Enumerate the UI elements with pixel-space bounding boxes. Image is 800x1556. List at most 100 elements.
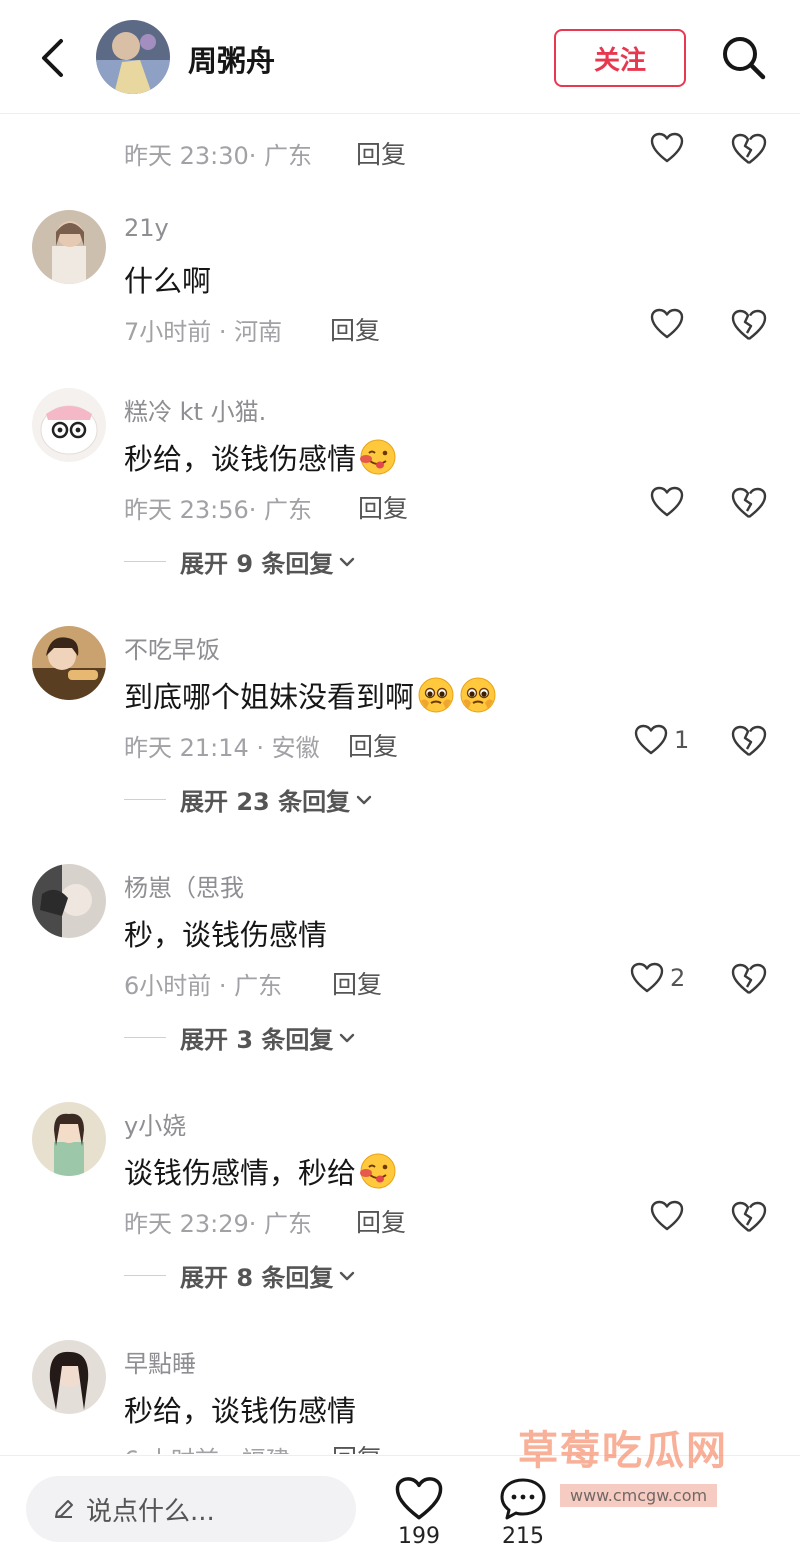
comment-text: 谈钱伤感情，秒给 [124, 1150, 398, 1192]
pleading-emoji [460, 677, 496, 713]
comment-meta: 6小时前 · 广东 [124, 972, 283, 1000]
dislike-button[interactable] [730, 1200, 768, 1236]
comment-username[interactable]: 糕冷 kt 小猫. [124, 392, 266, 427]
like-count: 1 [674, 726, 690, 754]
heart-icon [650, 308, 684, 339]
heart-icon [395, 1477, 443, 1520]
heart-icon [650, 486, 684, 517]
divider [124, 561, 166, 562]
comment-text-body: 到底哪个姐妹没看到啊 [124, 680, 415, 714]
comment-item-partial: 昨天 23:30· 广东 回复 [0, 114, 800, 194]
dislike-button[interactable] [730, 132, 768, 168]
heart-icon [630, 962, 664, 993]
broken-heart-icon [731, 487, 767, 518]
broken-heart-icon [731, 963, 767, 994]
comment-meta: 昨天 23:56· 广东 [124, 496, 313, 524]
comment-username[interactable]: y小娆 [124, 1106, 186, 1141]
tongue-wink-emoji [360, 439, 396, 475]
broken-heart-icon [731, 133, 767, 164]
like-total-count: 199 [398, 1524, 440, 1549]
avatar[interactable] [32, 388, 106, 462]
like-total-button[interactable]: 199 [394, 1476, 444, 1549]
header-username: 周粥舟 [188, 44, 276, 78]
like-button[interactable] [650, 1200, 684, 1232]
comment-text: 秒，谈钱伤感情 [124, 912, 327, 954]
comment-username[interactable]: 不吃早饭 [124, 630, 220, 665]
reply-button[interactable]: 回复 [358, 489, 408, 525]
search-icon[interactable] [718, 32, 770, 84]
comment-input[interactable]: 说点什么... [26, 1476, 356, 1542]
comment-text: 什么啊 [124, 258, 211, 300]
chevron-down-icon [340, 557, 355, 566]
comment-item: y小娆 谈钱伤感情，秒给 昨天 23:29· 广东 回复 展开 8 条回复 [0, 1102, 800, 1302]
pencil-icon [55, 1500, 73, 1518]
comment-meta: 昨天 23:29· 广东 [124, 1210, 313, 1238]
comment-meta: 昨天 23:30· 广东 [124, 142, 313, 170]
top-bar: 周粥舟 关注 [0, 0, 800, 114]
avatar[interactable] [32, 1340, 106, 1414]
avatar[interactable] [32, 1102, 106, 1176]
expand-replies-label: 展开 8 条回复 [180, 1264, 334, 1292]
comment-total-button[interactable]: 215 [498, 1476, 548, 1549]
header-avatar[interactable] [96, 20, 170, 94]
expand-replies-label: 展开 9 条回复 [180, 550, 334, 578]
comment-text-body: 秒给，谈钱伤感情 [124, 442, 357, 476]
reply-button[interactable]: 回复 [356, 135, 406, 171]
avatar[interactable] [32, 210, 106, 284]
broken-heart-icon [731, 725, 767, 756]
heart-icon [650, 132, 684, 163]
avatar[interactable] [32, 626, 106, 700]
follow-button[interactable]: 关注 [554, 29, 686, 87]
comment-meta: 昨天 21:14 · 安徽 [124, 734, 320, 762]
comment-username[interactable]: 早點睡 [124, 1344, 196, 1379]
expand-replies-label: 展开 23 条回复 [180, 788, 351, 816]
reply-button[interactable]: 回复 [356, 1203, 406, 1239]
dislike-button[interactable] [730, 724, 768, 760]
comment-total-count: 215 [502, 1524, 544, 1549]
reply-button[interactable]: 回复 [332, 965, 382, 1001]
comment-item: 糕冷 kt 小猫. 秒给，谈钱伤感情 昨天 23:56· 广东 回复 展开 9 … [0, 388, 800, 588]
expand-replies-button[interactable]: 展开 9 条回复 [124, 544, 355, 579]
comment-text-body: 秒给，谈钱伤感情 [124, 1394, 357, 1428]
comment-text-body: 谈钱伤感情，秒给 [124, 1156, 357, 1190]
like-button[interactable] [650, 486, 684, 518]
dislike-button[interactable] [730, 962, 768, 998]
comment-username[interactable]: 21y [124, 214, 169, 242]
broken-heart-icon [731, 309, 767, 340]
comment-text-body: 什么啊 [124, 264, 212, 298]
divider [124, 1275, 166, 1276]
comment-text: 秒给，谈钱伤感情 [124, 1388, 356, 1430]
back-chevron-icon[interactable] [30, 34, 74, 82]
expand-replies-button[interactable]: 展开 23 条回复 [124, 782, 372, 817]
dislike-button[interactable] [730, 486, 768, 522]
expand-replies-button[interactable]: 展开 3 条回复 [124, 1020, 355, 1055]
chevron-down-icon [340, 1033, 355, 1042]
comment-username[interactable]: 杨崽（思我 [124, 868, 244, 903]
comment-feed[interactable]: 昨天 23:30· 广东 回复 21y 什么啊 7小时前 · 河南 回复 糕冷 … [0, 114, 800, 1454]
expand-replies-label: 展开 3 条回复 [180, 1026, 334, 1054]
reply-button[interactable]: 回复 [332, 1439, 382, 1454]
chevron-down-icon [340, 1271, 355, 1280]
comment-item: 不吃早饭 到底哪个姐妹没看到啊 昨天 21:14 · 安徽 回复 1 展开 23… [0, 626, 800, 826]
reply-button[interactable]: 回复 [330, 311, 380, 347]
heart-icon [634, 724, 668, 755]
dislike-button[interactable] [730, 308, 768, 344]
pleading-emoji [418, 677, 454, 713]
like-button[interactable]: 2 [630, 962, 685, 994]
like-count: 2 [670, 964, 686, 992]
like-button[interactable] [650, 132, 684, 164]
like-button[interactable] [650, 308, 684, 340]
reply-button[interactable]: 回复 [348, 727, 398, 763]
comment-item: 杨崽（思我 秒，谈钱伤感情 6小时前 · 广东 回复 2 展开 3 条回复 [0, 864, 800, 1064]
expand-replies-button[interactable]: 展开 8 条回复 [124, 1258, 355, 1293]
comment-item: 21y 什么啊 7小时前 · 河南 回复 [0, 210, 800, 360]
comment-bubble-icon [500, 1478, 546, 1520]
like-button[interactable]: 1 [634, 724, 689, 756]
comment-text: 到底哪个姐妹没看到啊 [124, 674, 498, 716]
divider [124, 799, 166, 800]
comment-meta: 6 小时前 · 福建 [124, 1440, 290, 1454]
bottom-bar: 说点什么... 199 215 [0, 1455, 800, 1556]
avatar[interactable] [32, 864, 106, 938]
divider [124, 1037, 166, 1038]
tongue-wink-emoji [360, 1153, 396, 1189]
